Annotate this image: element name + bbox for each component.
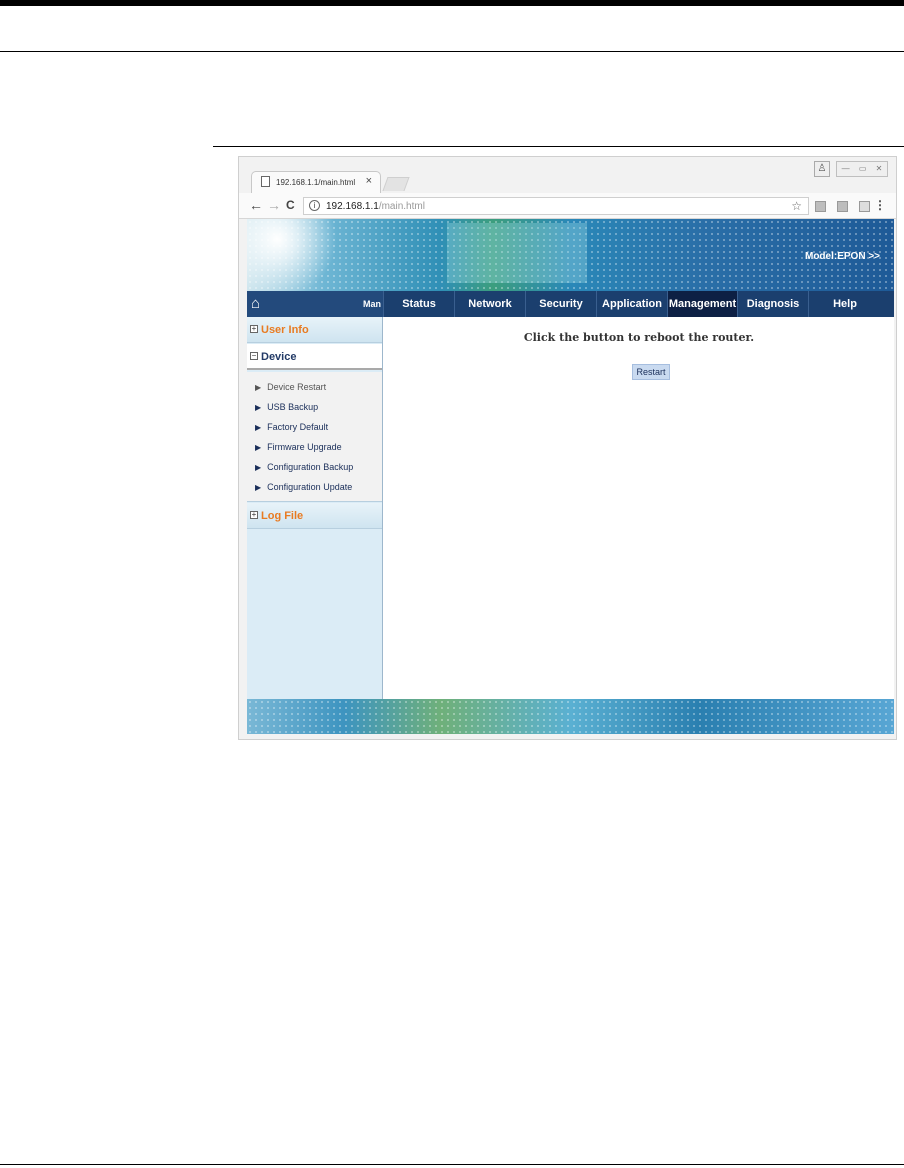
- page-viewport: Model:EPON >> ⌂ Man Status Network Secur…: [247, 219, 894, 734]
- browser-menu-icon[interactable]: ⋮: [874, 198, 886, 212]
- url-text: 192.168.1.1/main.html: [326, 201, 425, 212]
- nav-diagnosis[interactable]: Diagnosis: [737, 291, 808, 317]
- expand-icon[interactable]: +: [250, 325, 258, 333]
- router-banner: Model:EPON >>: [247, 219, 894, 291]
- sidebar-item-configuration-backup[interactable]: ▶ Configuration Backup: [255, 462, 353, 472]
- model-label[interactable]: Model:EPON >>: [805, 251, 880, 262]
- footer-pattern: [247, 699, 894, 734]
- sidebar-group-label: User Info: [261, 324, 309, 336]
- router-footer-banner: [247, 699, 894, 734]
- triangle-right-icon: ▶: [255, 423, 262, 432]
- collapse-icon[interactable]: −: [250, 352, 258, 360]
- sidebar: + User Info − Device ▶ Device Restart ▶ US…: [247, 317, 383, 699]
- browser-tab[interactable]: 192.168.1.1/main.html ×: [251, 171, 381, 193]
- new-tab-button[interactable]: [382, 177, 410, 191]
- address-bar[interactable]: i 192.168.1.1/main.html ☆: [303, 197, 809, 215]
- document-header-rule: [0, 51, 904, 52]
- sidebar-group-label: Device: [261, 351, 297, 363]
- home-link[interactable]: ⌂ Man: [247, 291, 383, 317]
- extension-icon[interactable]: [837, 201, 848, 212]
- banner-glow: [447, 223, 587, 283]
- document-top-rule: [0, 0, 904, 6]
- triangle-right-icon: ▶: [255, 463, 262, 472]
- triangle-right-icon: ▶: [255, 403, 262, 412]
- sidebar-item-device-restart[interactable]: ▶ Device Restart: [255, 382, 326, 392]
- device-submenu: ▶ Device Restart ▶ USB Backup ▶ Factory Def…: [247, 372, 382, 502]
- profile-icon[interactable]: ♙: [814, 161, 830, 177]
- sidebar-item-usb-backup[interactable]: ▶ USB Backup: [255, 402, 318, 412]
- nav-network[interactable]: Network: [454, 291, 525, 317]
- home-icon: ⌂: [251, 295, 261, 312]
- reload-icon[interactable]: C: [286, 197, 295, 213]
- forward-arrow-icon[interactable]: →: [267, 197, 281, 213]
- triangle-right-icon: ▶: [255, 383, 262, 392]
- browser-toolbar: ← → C i 192.168.1.1/main.html ☆ ⋮: [239, 193, 896, 219]
- window-controls: — ▭ ✕: [836, 161, 888, 177]
- sidebar-group-log-file[interactable]: + Log File: [247, 503, 382, 529]
- maximize-icon[interactable]: ▭: [859, 165, 867, 173]
- nav-application[interactable]: Application: [596, 291, 667, 317]
- document-footer-rule: [0, 1164, 904, 1165]
- nav-security[interactable]: Security: [525, 291, 596, 317]
- sidebar-group-user-info[interactable]: + User Info: [247, 317, 382, 343]
- tab-title: 192.168.1.1/main.html: [276, 178, 356, 187]
- bookmark-star-icon[interactable]: ☆: [791, 199, 802, 213]
- expand-icon[interactable]: +: [250, 511, 258, 519]
- document-section-rule: [213, 146, 904, 147]
- main-navbar: ⌂ Man Status Network Security Applicatio…: [247, 291, 894, 317]
- triangle-right-icon: ▶: [255, 443, 262, 452]
- info-icon[interactable]: i: [309, 200, 320, 211]
- close-window-icon[interactable]: ✕: [876, 165, 883, 173]
- sidebar-item-factory-default[interactable]: ▶ Factory Default: [255, 422, 328, 432]
- page-icon: [261, 176, 270, 187]
- sidebar-item-firmware-upgrade[interactable]: ▶ Firmware Upgrade: [255, 442, 342, 452]
- nav-help[interactable]: Help: [808, 291, 881, 317]
- sidebar-group-label: Log File: [261, 510, 304, 522]
- nav-status[interactable]: Status: [383, 291, 454, 317]
- browser-titlebar: 192.168.1.1/main.html × ♙ — ▭ ✕: [239, 157, 896, 193]
- extension-icon[interactable]: [815, 201, 826, 212]
- restart-button[interactable]: Restart: [632, 364, 670, 380]
- close-tab-icon[interactable]: ×: [366, 176, 372, 187]
- browser-window: 192.168.1.1/main.html × ♙ — ▭ ✕ ← → C i …: [238, 156, 897, 740]
- nav-management[interactable]: Management: [667, 291, 737, 317]
- triangle-right-icon: ▶: [255, 483, 262, 492]
- back-arrow-icon[interactable]: ←: [249, 197, 263, 213]
- sidebar-group-device[interactable]: − Device: [247, 344, 382, 370]
- home-label: Man: [363, 299, 381, 309]
- main-content: Click the button to reboot the router. R…: [384, 317, 894, 699]
- pdf-extension-icon[interactable]: [859, 201, 870, 212]
- minimize-icon[interactable]: —: [842, 165, 850, 173]
- reboot-message: Click the button to reboot the router.: [523, 331, 755, 344]
- sidebar-item-configuration-update[interactable]: ▶ Configuration Update: [255, 482, 352, 492]
